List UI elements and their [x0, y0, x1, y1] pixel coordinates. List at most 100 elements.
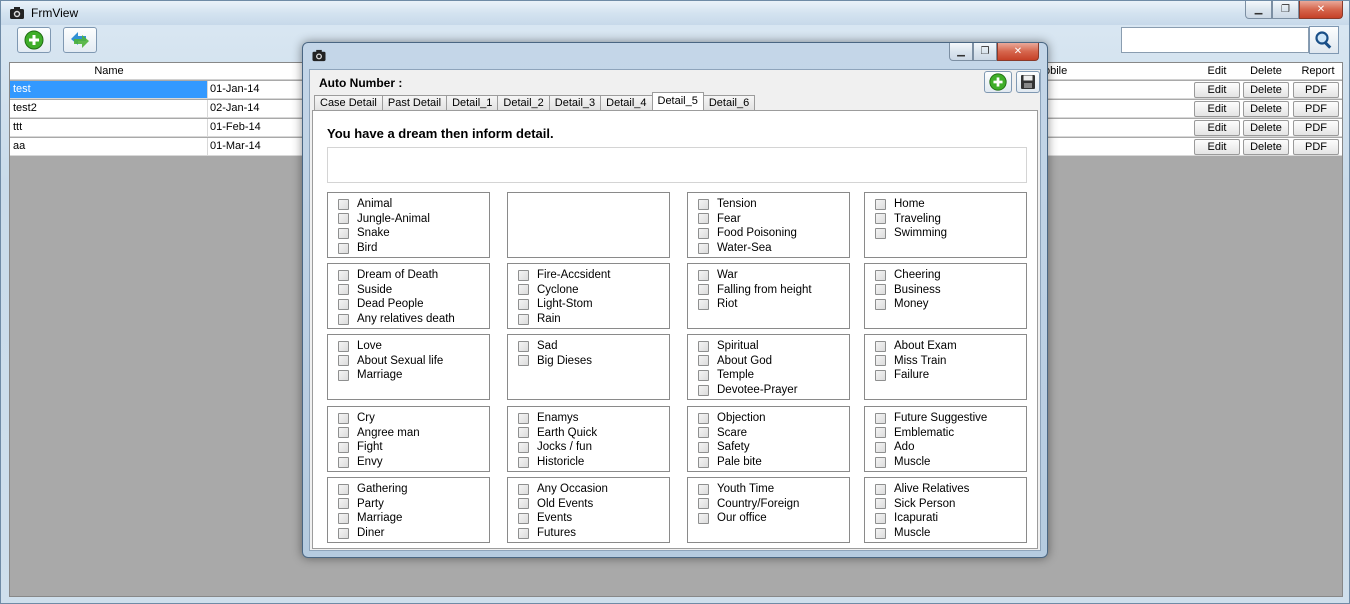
column-report[interactable]: Report — [1294, 65, 1342, 77]
checkbox[interactable] — [698, 483, 709, 495]
checkbox[interactable] — [875, 527, 886, 539]
checkbox-option[interactable]: Failure — [875, 368, 1026, 383]
checkbox-option[interactable]: Traveling — [875, 212, 1026, 227]
main-title-bar[interactable]: FrmView ▁ ❐ ✕ — [1, 1, 1349, 25]
checkbox[interactable] — [518, 284, 529, 296]
checkbox[interactable] — [338, 340, 349, 352]
checkbox[interactable] — [518, 355, 529, 367]
checkbox-option[interactable]: Events — [518, 511, 669, 526]
checkbox-option[interactable]: Cheering — [875, 268, 1026, 283]
tab-past-detail[interactable]: Past Detail — [381, 95, 448, 110]
column-edit[interactable]: Edit — [1194, 65, 1240, 77]
tab-detail-2[interactable]: Detail_2 — [497, 95, 550, 110]
checkbox[interactable] — [698, 456, 709, 468]
checkbox-option[interactable]: Historicle — [518, 455, 669, 470]
checkbox[interactable] — [518, 313, 529, 325]
checkbox[interactable] — [698, 298, 709, 310]
checkbox[interactable] — [518, 340, 529, 352]
checkbox-option[interactable]: Miss Train — [875, 354, 1026, 369]
dialog-close-button[interactable]: ✕ — [997, 43, 1039, 61]
checkbox-option[interactable]: War — [698, 268, 849, 283]
edit-button[interactable]: Edit — [1194, 101, 1240, 117]
checkbox[interactable] — [338, 313, 349, 325]
checkbox-option[interactable]: Ado — [875, 440, 1026, 455]
pdf-button[interactable]: PDF — [1293, 82, 1339, 98]
checkbox[interactable] — [698, 384, 709, 396]
delete-button[interactable]: Delete — [1243, 101, 1289, 117]
column-mobile[interactable]: obile — [1044, 65, 1084, 77]
checkbox[interactable] — [698, 427, 709, 439]
checkbox[interactable] — [698, 355, 709, 367]
checkbox-option[interactable]: Fear — [698, 212, 849, 227]
checkbox[interactable] — [698, 227, 709, 239]
checkbox-option[interactable]: Jungle-Animal — [338, 212, 489, 227]
checkbox-option[interactable]: Suside — [338, 283, 489, 298]
checkbox[interactable] — [698, 198, 709, 210]
checkbox[interactable] — [875, 298, 886, 310]
checkbox[interactable] — [875, 456, 886, 468]
checkbox[interactable] — [698, 340, 709, 352]
checkbox-option[interactable]: Youth Time — [698, 482, 849, 497]
tab-case-detail[interactable]: Case Detail — [314, 95, 383, 110]
checkbox[interactable] — [338, 512, 349, 524]
checkbox-option[interactable]: Dead People — [338, 297, 489, 312]
delete-button[interactable]: Delete — [1243, 82, 1289, 98]
checkbox-option[interactable]: Any Occasion — [518, 482, 669, 497]
checkbox[interactable] — [518, 412, 529, 424]
checkbox-option[interactable]: Animal — [338, 197, 489, 212]
checkbox[interactable] — [875, 227, 886, 239]
checkbox[interactable] — [338, 227, 349, 239]
checkbox[interactable] — [518, 456, 529, 468]
edit-button[interactable]: Edit — [1194, 120, 1240, 136]
checkbox[interactable] — [338, 355, 349, 367]
checkbox-option[interactable]: Water-Sea — [698, 241, 849, 256]
search-input[interactable] — [1121, 27, 1309, 53]
checkbox[interactable] — [338, 284, 349, 296]
dialog-minimize-button[interactable]: ▁ — [949, 43, 973, 61]
checkbox-option[interactable]: Diner — [338, 526, 489, 541]
checkbox-option[interactable]: Fire-Accsident — [518, 268, 669, 283]
pdf-button[interactable]: PDF — [1293, 101, 1339, 117]
checkbox-option[interactable]: Fight — [338, 440, 489, 455]
checkbox-option[interactable]: Big Dieses — [518, 354, 669, 369]
add-record-button[interactable] — [17, 27, 51, 53]
checkbox[interactable] — [518, 441, 529, 453]
tab-detail-6[interactable]: Detail_6 — [702, 95, 756, 110]
checkbox-option[interactable]: Angree man — [338, 426, 489, 441]
checkbox[interactable] — [698, 512, 709, 524]
checkbox[interactable] — [518, 512, 529, 524]
checkbox[interactable] — [518, 498, 529, 510]
checkbox[interactable] — [875, 213, 886, 225]
checkbox[interactable] — [875, 512, 886, 524]
checkbox-option[interactable]: About Sexual life — [338, 354, 489, 369]
checkbox-option[interactable]: Old Events — [518, 497, 669, 512]
checkbox[interactable] — [338, 242, 349, 254]
checkbox[interactable] — [518, 298, 529, 310]
checkbox-option[interactable]: Future Suggestive — [875, 411, 1026, 426]
checkbox[interactable] — [698, 412, 709, 424]
checkbox-option[interactable]: Temple — [698, 368, 849, 383]
checkbox-option[interactable]: Rain — [518, 312, 669, 327]
checkbox[interactable] — [518, 269, 529, 281]
checkbox-option[interactable]: Party — [338, 497, 489, 512]
checkbox[interactable] — [338, 412, 349, 424]
checkbox-option[interactable]: Business — [875, 283, 1026, 298]
checkbox-option[interactable]: Scare — [698, 426, 849, 441]
column-delete[interactable]: Delete — [1242, 65, 1290, 77]
checkbox[interactable] — [698, 213, 709, 225]
checkbox-option[interactable]: Sad — [518, 339, 669, 354]
tab-detail-4[interactable]: Detail_4 — [600, 95, 653, 110]
checkbox-option[interactable]: Envy — [338, 455, 489, 470]
checkbox-option[interactable]: Safety — [698, 440, 849, 455]
checkbox[interactable] — [875, 498, 886, 510]
checkbox-option[interactable]: About Exam — [875, 339, 1026, 354]
checkbox-option[interactable]: Food Poisoning — [698, 226, 849, 241]
checkbox-option[interactable]: Dream of Death — [338, 268, 489, 283]
checkbox-option[interactable]: Futures — [518, 526, 669, 541]
checkbox[interactable] — [518, 483, 529, 495]
checkbox-option[interactable]: Home — [875, 197, 1026, 212]
checkbox[interactable] — [338, 498, 349, 510]
refresh-button[interactable] — [63, 27, 97, 53]
checkbox-option[interactable]: Light-Stom — [518, 297, 669, 312]
checkbox[interactable] — [698, 369, 709, 381]
